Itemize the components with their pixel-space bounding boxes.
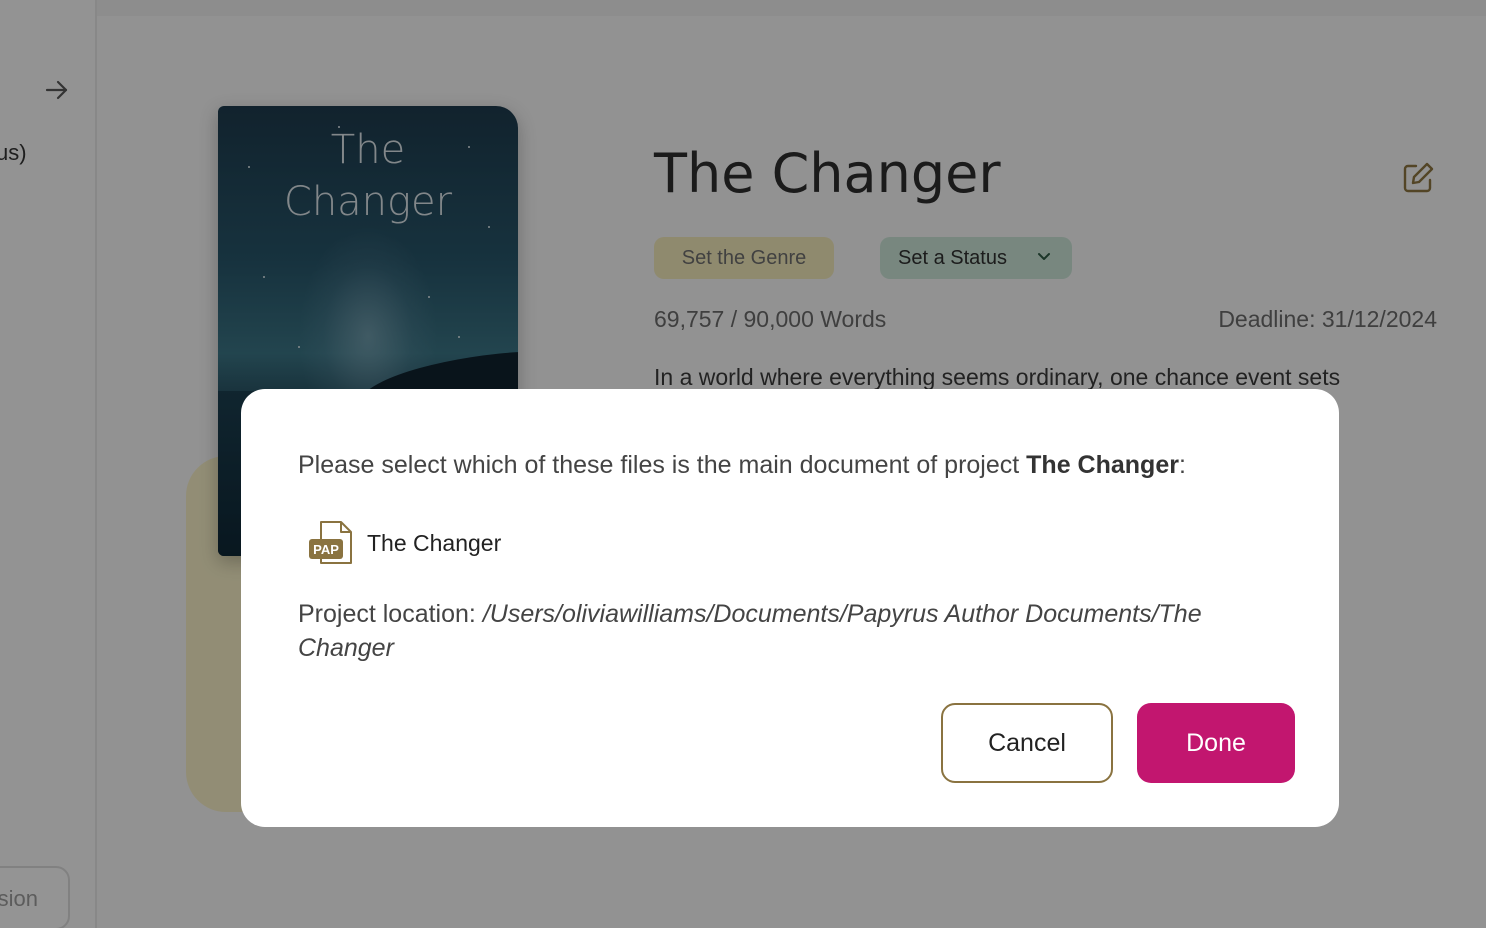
- svg-text:PAP: PAP: [313, 542, 339, 557]
- select-main-document-dialog: Please select which of these files is th…: [241, 389, 1339, 827]
- done-button[interactable]: Done: [1137, 703, 1295, 783]
- project-location: Project location: /Users/oliviawilliams/…: [298, 600, 1202, 662]
- file-name: The Changer: [367, 529, 502, 556]
- cancel-button[interactable]: Cancel: [941, 703, 1113, 783]
- dialog-prompt: Please select which of these files is th…: [298, 451, 1186, 479]
- app-page: us) sion The Changer The Changer Set the…: [0, 0, 1486, 928]
- dialog-project-name: The Changer: [1026, 451, 1179, 479]
- file-option[interactable]: PAP The Changer: [307, 519, 501, 567]
- pap-file-icon: PAP: [307, 519, 359, 567]
